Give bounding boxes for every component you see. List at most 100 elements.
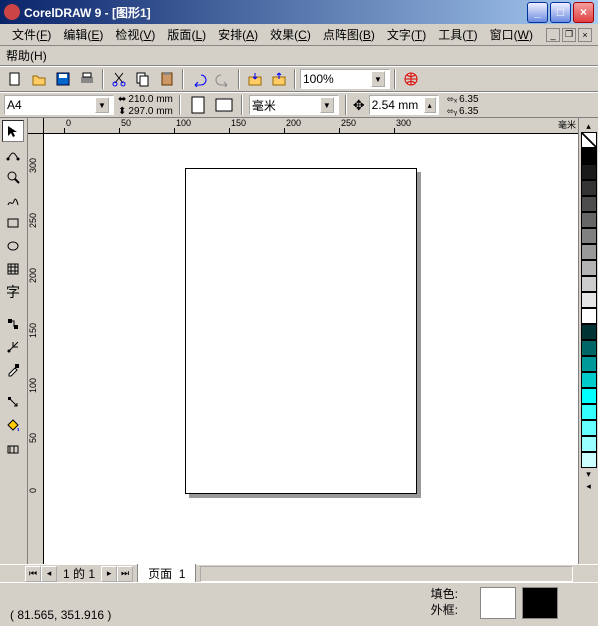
units-input[interactable] (252, 97, 320, 113)
outline-tool[interactable] (2, 391, 24, 413)
save-button[interactable] (52, 68, 74, 90)
minimize-button[interactable]: _ (527, 2, 548, 23)
color-swatch[interactable] (581, 420, 597, 436)
units-dropdown-icon[interactable]: ▼ (320, 97, 334, 113)
color-swatch[interactable] (581, 148, 597, 164)
palette-flyout[interactable]: ◂ (579, 480, 598, 492)
outline-swatch[interactable] (522, 587, 558, 619)
first-page-button[interactable]: ⏮ (25, 566, 41, 582)
paper-dropdown-icon[interactable]: ▼ (95, 97, 109, 113)
fill-tool[interactable] (2, 414, 24, 436)
color-swatch[interactable] (581, 308, 597, 324)
menu-arrange[interactable]: 安排(A) (212, 24, 264, 45)
next-page-button[interactable]: ▸ (101, 566, 117, 582)
freehand-tool[interactable] (2, 189, 24, 211)
interactive-mesh-tool[interactable] (2, 437, 24, 459)
landscape-button[interactable] (213, 94, 235, 116)
ruler-horizontal[interactable]: 毫米 050100150200250300 (44, 118, 578, 134)
page-tab[interactable]: 页面 1 (137, 564, 196, 584)
color-swatch[interactable] (581, 436, 597, 452)
hscrollbar[interactable] (200, 566, 573, 582)
color-swatch[interactable] (581, 260, 597, 276)
zoom-tool[interactable] (2, 166, 24, 188)
last-page-button[interactable]: ⏭ (117, 566, 133, 582)
mdi-minimize[interactable]: _ (546, 28, 560, 42)
zoom-input[interactable] (303, 71, 371, 87)
import-button[interactable] (244, 68, 266, 90)
color-swatch[interactable] (581, 356, 597, 372)
polygon-tool[interactable] (2, 258, 24, 280)
menu-tools[interactable]: 工具(T) (432, 24, 483, 45)
eyedropper-tool[interactable] (2, 359, 24, 381)
shape-tool[interactable] (2, 143, 24, 165)
menu-help[interactable]: 帮助(H) (6, 47, 47, 64)
color-swatch[interactable] (581, 212, 597, 228)
cut-button[interactable] (108, 68, 130, 90)
color-swatch[interactable] (581, 324, 597, 340)
menu-effects[interactable]: 效果(C) (264, 24, 317, 45)
titlebar: CorelDRAW 9 - [图形1] _ □ × (0, 0, 598, 24)
interactive-transparency-tool[interactable] (2, 336, 24, 358)
outline-label: 外框: (431, 601, 458, 618)
undo-button[interactable] (188, 68, 210, 90)
page[interactable] (185, 168, 417, 494)
ruler-vertical[interactable]: 050100150200250300 (28, 134, 44, 564)
color-swatch[interactable] (581, 164, 597, 180)
pick-tool[interactable] (2, 120, 24, 142)
palette-up[interactable]: ▴ (579, 120, 598, 132)
color-swatch[interactable] (581, 404, 597, 420)
color-swatch[interactable] (581, 388, 597, 404)
close-button[interactable]: × (573, 2, 594, 23)
maximize-button[interactable]: □ (550, 2, 571, 23)
menu-bitmap[interactable]: 点阵图(B) (317, 24, 381, 45)
width-icon: ⬌ (118, 94, 126, 105)
paste-button[interactable] (156, 68, 178, 90)
rectangle-tool[interactable] (2, 212, 24, 234)
no-color-swatch[interactable] (581, 132, 597, 148)
paper-combo[interactable]: ▼ (4, 95, 114, 115)
color-swatch[interactable] (581, 196, 597, 212)
color-swatch[interactable] (581, 276, 597, 292)
zoom-combo[interactable]: ▼ (300, 69, 390, 89)
nudge-input[interactable] (372, 97, 424, 113)
color-swatch[interactable] (581, 372, 597, 388)
copy-button[interactable] (132, 68, 154, 90)
units-combo[interactable]: ▼ (249, 95, 339, 115)
canvas-view[interactable] (44, 134, 578, 564)
nudge-combo[interactable]: ▴ (369, 95, 439, 115)
color-swatch[interactable] (581, 340, 597, 356)
redo-button[interactable] (212, 68, 234, 90)
open-button[interactable] (28, 68, 50, 90)
export-button[interactable] (268, 68, 290, 90)
color-swatch[interactable] (581, 228, 597, 244)
new-button[interactable] (4, 68, 26, 90)
color-swatch[interactable] (581, 452, 597, 468)
menu-window[interactable]: 窗口(W) (484, 24, 539, 45)
ruler-origin[interactable] (28, 118, 44, 134)
internet-button[interactable] (400, 68, 422, 90)
print-button[interactable] (76, 68, 98, 90)
prev-page-button[interactable]: ◂ (41, 566, 57, 582)
menu-view[interactable]: 检视(V) (109, 24, 161, 45)
menu-file[interactable]: 文件(F) (6, 24, 57, 45)
mdi-restore[interactable]: ❐ (562, 28, 576, 42)
interactive-fill-tool[interactable] (2, 313, 24, 335)
portrait-button[interactable] (187, 94, 209, 116)
text-tool[interactable]: 字 (2, 281, 24, 303)
mdi-close[interactable]: × (578, 28, 592, 42)
canvas-area[interactable]: 毫米 050100150200250300 050100150200250300 (28, 118, 578, 564)
dup-x-icon: ⬄ₓ (447, 94, 458, 105)
menu-text[interactable]: 文字(T) (381, 24, 432, 45)
app-icon (4, 4, 20, 20)
menu-edit[interactable]: 编辑(E) (57, 24, 109, 45)
color-swatch[interactable] (581, 244, 597, 260)
paper-input[interactable] (7, 97, 95, 113)
palette-down[interactable]: ▾ (579, 468, 598, 480)
menu-layout[interactable]: 版面(L) (161, 24, 212, 45)
color-swatch[interactable] (581, 292, 597, 308)
color-swatch[interactable] (581, 180, 597, 196)
nudge-spinner-icon[interactable]: ▴ (424, 97, 436, 113)
zoom-dropdown-icon[interactable]: ▼ (371, 71, 385, 87)
ellipse-tool[interactable] (2, 235, 24, 257)
fill-swatch[interactable] (480, 587, 516, 619)
